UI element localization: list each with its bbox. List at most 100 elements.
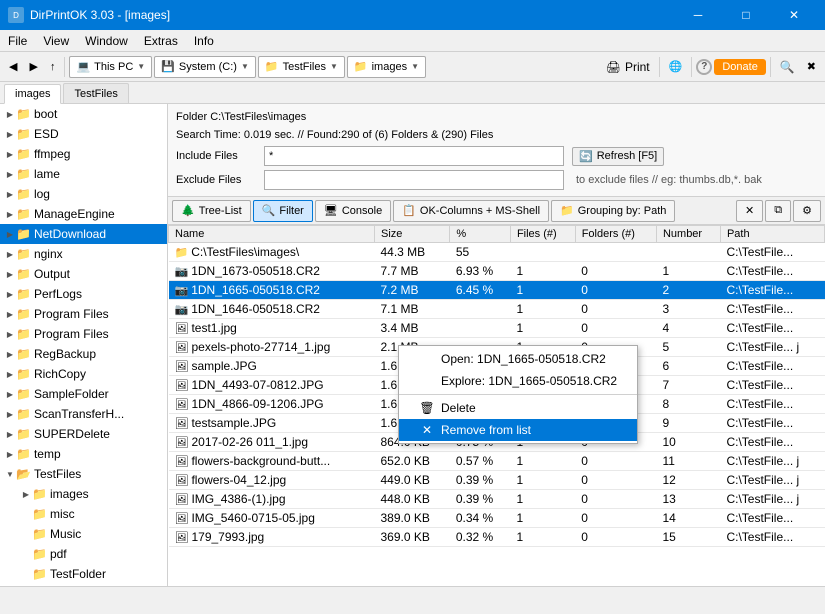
file-cell: 4: [656, 319, 720, 338]
images-btn[interactable]: 📁 images ▼: [347, 56, 426, 78]
tree-item-testfiles[interactable]: ▼ 📂 TestFiles: [0, 464, 167, 484]
file-name-cell: 🖼test1.jpg: [169, 319, 375, 338]
table-row[interactable]: 📷1DN_1646-050518.CR27.1 MB103C:\TestFile…: [169, 300, 825, 319]
forward-button[interactable]: ▶: [24, 55, 42, 79]
table-row[interactable]: 🖼179_7993.jpg369.0 KB0.32 %1015C:\TestFi…: [169, 528, 825, 547]
menu-window[interactable]: Window: [77, 30, 136, 51]
folder-icon: 📁: [16, 307, 31, 321]
up-button[interactable]: ↑: [45, 55, 61, 79]
folder-icon: 📁: [32, 487, 47, 501]
tree-item-scantransfer[interactable]: ▶ 📁 ScanTransferH...: [0, 404, 167, 424]
expand-icon: ▶: [4, 230, 16, 239]
table-row[interactable]: 🖼test1.jpg3.4 MB104C:\TestFile...: [169, 319, 825, 338]
file-cell: C:\TestFile... j: [720, 490, 824, 509]
tree-list-button[interactable]: 🌲 Tree-List: [172, 200, 251, 222]
menu-extras[interactable]: Extras: [136, 30, 186, 51]
file-cell: 9: [656, 414, 720, 433]
close-view-button[interactable]: ✕: [736, 200, 763, 222]
tree-item-regbackup[interactable]: ▶ 📁 RegBackup: [0, 344, 167, 364]
col-name[interactable]: Name: [169, 226, 375, 243]
file-icon: 🖼: [175, 513, 189, 525]
menu-view[interactable]: View: [35, 30, 77, 51]
file-cell: C:\TestFile... j: [720, 452, 824, 471]
tree-item-programfiles1[interactable]: ▶ 📁 Program Files: [0, 304, 167, 324]
table-row[interactable]: 🖼flowers-04_12.jpg449.0 KB0.39 %1012C:\T…: [169, 471, 825, 490]
delete-toolbar-button[interactable]: ✖: [802, 55, 821, 79]
back-button[interactable]: ◀: [4, 55, 22, 79]
col-pct[interactable]: %: [450, 226, 511, 243]
tree-item-misc[interactable]: 📁 misc: [0, 504, 167, 524]
tree-item-output[interactable]: ▶ 📁 Output: [0, 264, 167, 284]
col-path[interactable]: Path: [720, 226, 824, 243]
tree-item-images[interactable]: ▶ 📁 images: [0, 484, 167, 504]
search-button[interactable]: 🔍: [775, 55, 800, 79]
tree-item-testfolder[interactable]: 📁 TestFolder: [0, 564, 167, 584]
close-button[interactable]: ✕: [771, 0, 817, 30]
exclude-row: Exclude Files to exclude files // eg: th…: [176, 168, 817, 192]
grouping-button[interactable]: 📁 Grouping by: Path: [551, 200, 675, 222]
table-row[interactable]: 🖼IMG_5460-0715-05.jpg389.0 KB0.34 %1014C…: [169, 509, 825, 528]
ok-columns-button[interactable]: 📋 OK-Columns + MS-Shell: [393, 200, 549, 222]
tree-item-manageengine[interactable]: ▶ 📁 ManageEngine: [0, 204, 167, 224]
print-button[interactable]: 🖨 Print: [601, 55, 655, 79]
tab-testfiles[interactable]: TestFiles: [63, 83, 128, 103]
tree-item-lame[interactable]: ▶ 📁 lame: [0, 164, 167, 184]
ctx-explore[interactable]: Explore: 1DN_1665-050518.CR2: [399, 370, 637, 392]
this-pc-btn[interactable]: 💻 This PC ▼: [69, 56, 152, 78]
tree-item-netdownload[interactable]: ▶ 📁 NetDownload: [0, 224, 167, 244]
tree-item-samplefolder[interactable]: ▶ 📁 SampleFolder: [0, 384, 167, 404]
testfiles-label: TestFiles: [283, 61, 326, 73]
tree-item-esd[interactable]: ▶ 📁 ESD: [0, 124, 167, 144]
table-row[interactable]: 🖼IMG_4386-(1).jpg448.0 KB0.39 %1013C:\Te…: [169, 490, 825, 509]
tree-item-temp[interactable]: ▶ 📁 temp: [0, 444, 167, 464]
minimize-button[interactable]: ─: [675, 0, 721, 30]
tree-item-music[interactable]: 📁 Music: [0, 524, 167, 544]
ctx-remove[interactable]: ✕ Remove from list: [399, 419, 637, 441]
tree-item-ffmpeg[interactable]: ▶ 📁 ffmpeg: [0, 144, 167, 164]
tab-bar: images TestFiles: [0, 82, 825, 104]
menu-file[interactable]: File: [0, 30, 35, 51]
refresh-button[interactable]: 🔄 Refresh [F5]: [572, 147, 664, 166]
globe-button[interactable]: 🌐: [664, 55, 688, 79]
col-folders[interactable]: Folders (#): [575, 226, 656, 243]
col-files[interactable]: Files (#): [510, 226, 575, 243]
tree-item-nginx[interactable]: ▶ 📁 nginx: [0, 244, 167, 264]
tree-item-pdf[interactable]: 📁 pdf: [0, 544, 167, 564]
donate-button[interactable]: Donate: [714, 59, 765, 75]
col-number[interactable]: Number: [656, 226, 720, 243]
table-row[interactable]: 📁C:\TestFiles\images\44.3 MB55C:\TestFil…: [169, 243, 825, 262]
tree-item-log[interactable]: ▶ 📁 log: [0, 184, 167, 204]
include-input[interactable]: [264, 146, 564, 166]
file-table-wrap[interactable]: Name Size % Files (#) Folders (#) Number…: [168, 225, 825, 586]
tree-item-richcopy[interactable]: ▶ 📁 RichCopy: [0, 364, 167, 384]
exclude-label: Exclude Files: [176, 174, 256, 186]
tree-item-boot[interactable]: ▶ 📁 boot: [0, 104, 167, 124]
maximize-button[interactable]: □: [723, 0, 769, 30]
exclude-input[interactable]: [264, 170, 564, 190]
file-cell: C:\TestFile...: [720, 281, 824, 300]
col-size[interactable]: Size: [374, 226, 449, 243]
table-row[interactable]: 📷1DN_1673-050518.CR27.7 MB6.93 %101C:\Te…: [169, 262, 825, 281]
tab-images[interactable]: images: [4, 84, 61, 104]
table-row[interactable]: 🖼flowers-background-butt...652.0 KB0.57 …: [169, 452, 825, 471]
menu-info[interactable]: Info: [186, 30, 222, 51]
filter-button[interactable]: 🔍 Filter: [253, 200, 313, 222]
system-c-btn[interactable]: 💾 System (C:) ▼: [154, 56, 256, 78]
file-cell: 44.3 MB: [374, 243, 449, 262]
ctx-open[interactable]: Open: 1DN_1665-050518.CR2: [399, 348, 637, 370]
testfiles-btn[interactable]: 📁 TestFiles ▼: [258, 56, 345, 78]
help-button[interactable]: ?: [696, 59, 712, 75]
copy-button[interactable]: ⧉: [765, 200, 791, 222]
tree-item-superdelete[interactable]: ▶ 📁 SUPERDelete: [0, 424, 167, 444]
tree-item-perflogs[interactable]: ▶ 📁 PerfLogs: [0, 284, 167, 304]
table-row[interactable]: 📷1DN_1665-050518.CR27.2 MB6.45 %102C:\Te…: [169, 281, 825, 300]
tree-item-programfiles2[interactable]: ▶ 📁 Program Files: [0, 324, 167, 344]
settings-view-button[interactable]: ⚙: [793, 200, 821, 222]
sidebar-scroll[interactable]: ▶ 📁 boot ▶ 📁 ESD ▶ 📁 ffmpeg ▶ 📁 lame ▶: [0, 104, 167, 586]
ctx-delete[interactable]: 🗑 Delete: [399, 397, 637, 419]
images-icon: 📁: [354, 60, 368, 73]
console-button[interactable]: 🖥 Console: [315, 200, 391, 222]
tree-label: SampleFolder: [34, 387, 109, 401]
file-cell: C:\TestFile...: [720, 243, 824, 262]
tree-item-videos[interactable]: ▶ 📁 Videos: [0, 584, 167, 586]
